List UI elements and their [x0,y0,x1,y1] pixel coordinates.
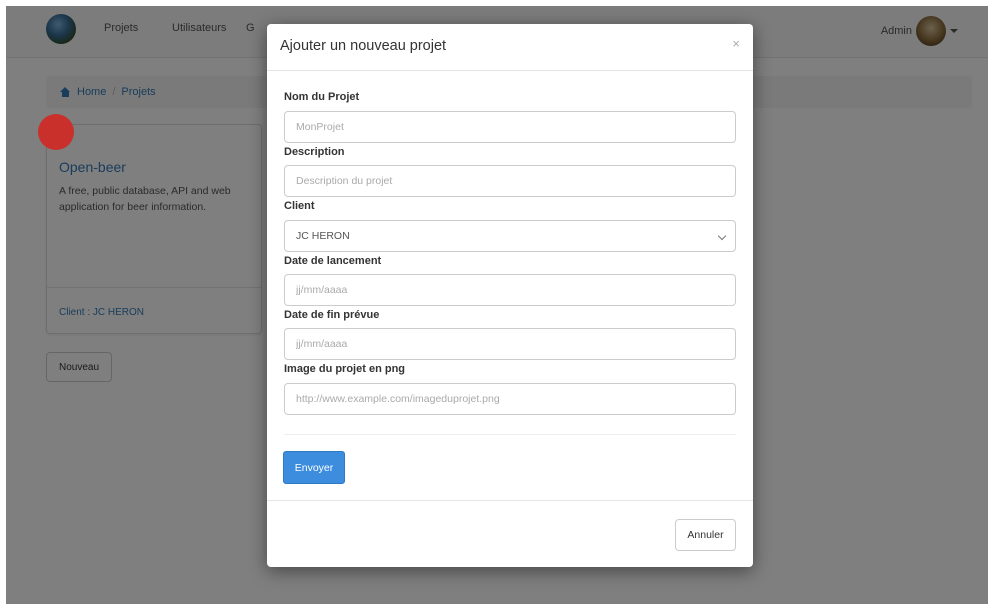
cancel-button[interactable]: Annuler [675,519,736,551]
project-status-dot [38,114,74,150]
modal-footer: Annuler [267,500,753,567]
project-name-label: Nom du Projet [284,91,360,103]
add-project-modal: Ajouter un nouveau projet × Nom du Proje… [267,24,753,567]
close-icon[interactable]: × [732,36,740,51]
client-select[interactable]: JC HERON [284,220,736,252]
chevron-down-icon [717,231,727,241]
image-url-label: Image du projet en png [284,363,406,375]
end-date-label: Date de fin prévue [284,309,380,321]
client-select-value: JC HERON [296,230,350,242]
form-divider [284,434,736,435]
modal-title: Ajouter un nouveau projet [280,38,447,54]
project-name-input[interactable] [284,111,736,143]
client-label: Client [284,200,315,212]
description-label: Description [284,146,345,158]
start-date-input[interactable] [284,274,736,306]
submit-button[interactable]: Envoyer [283,451,345,484]
image-url-input[interactable] [284,383,736,415]
end-date-input[interactable] [284,328,736,360]
start-date-label: Date de lancement [284,255,382,267]
modal-header: Ajouter un nouveau projet × [267,24,753,71]
description-input[interactable] [284,165,736,197]
